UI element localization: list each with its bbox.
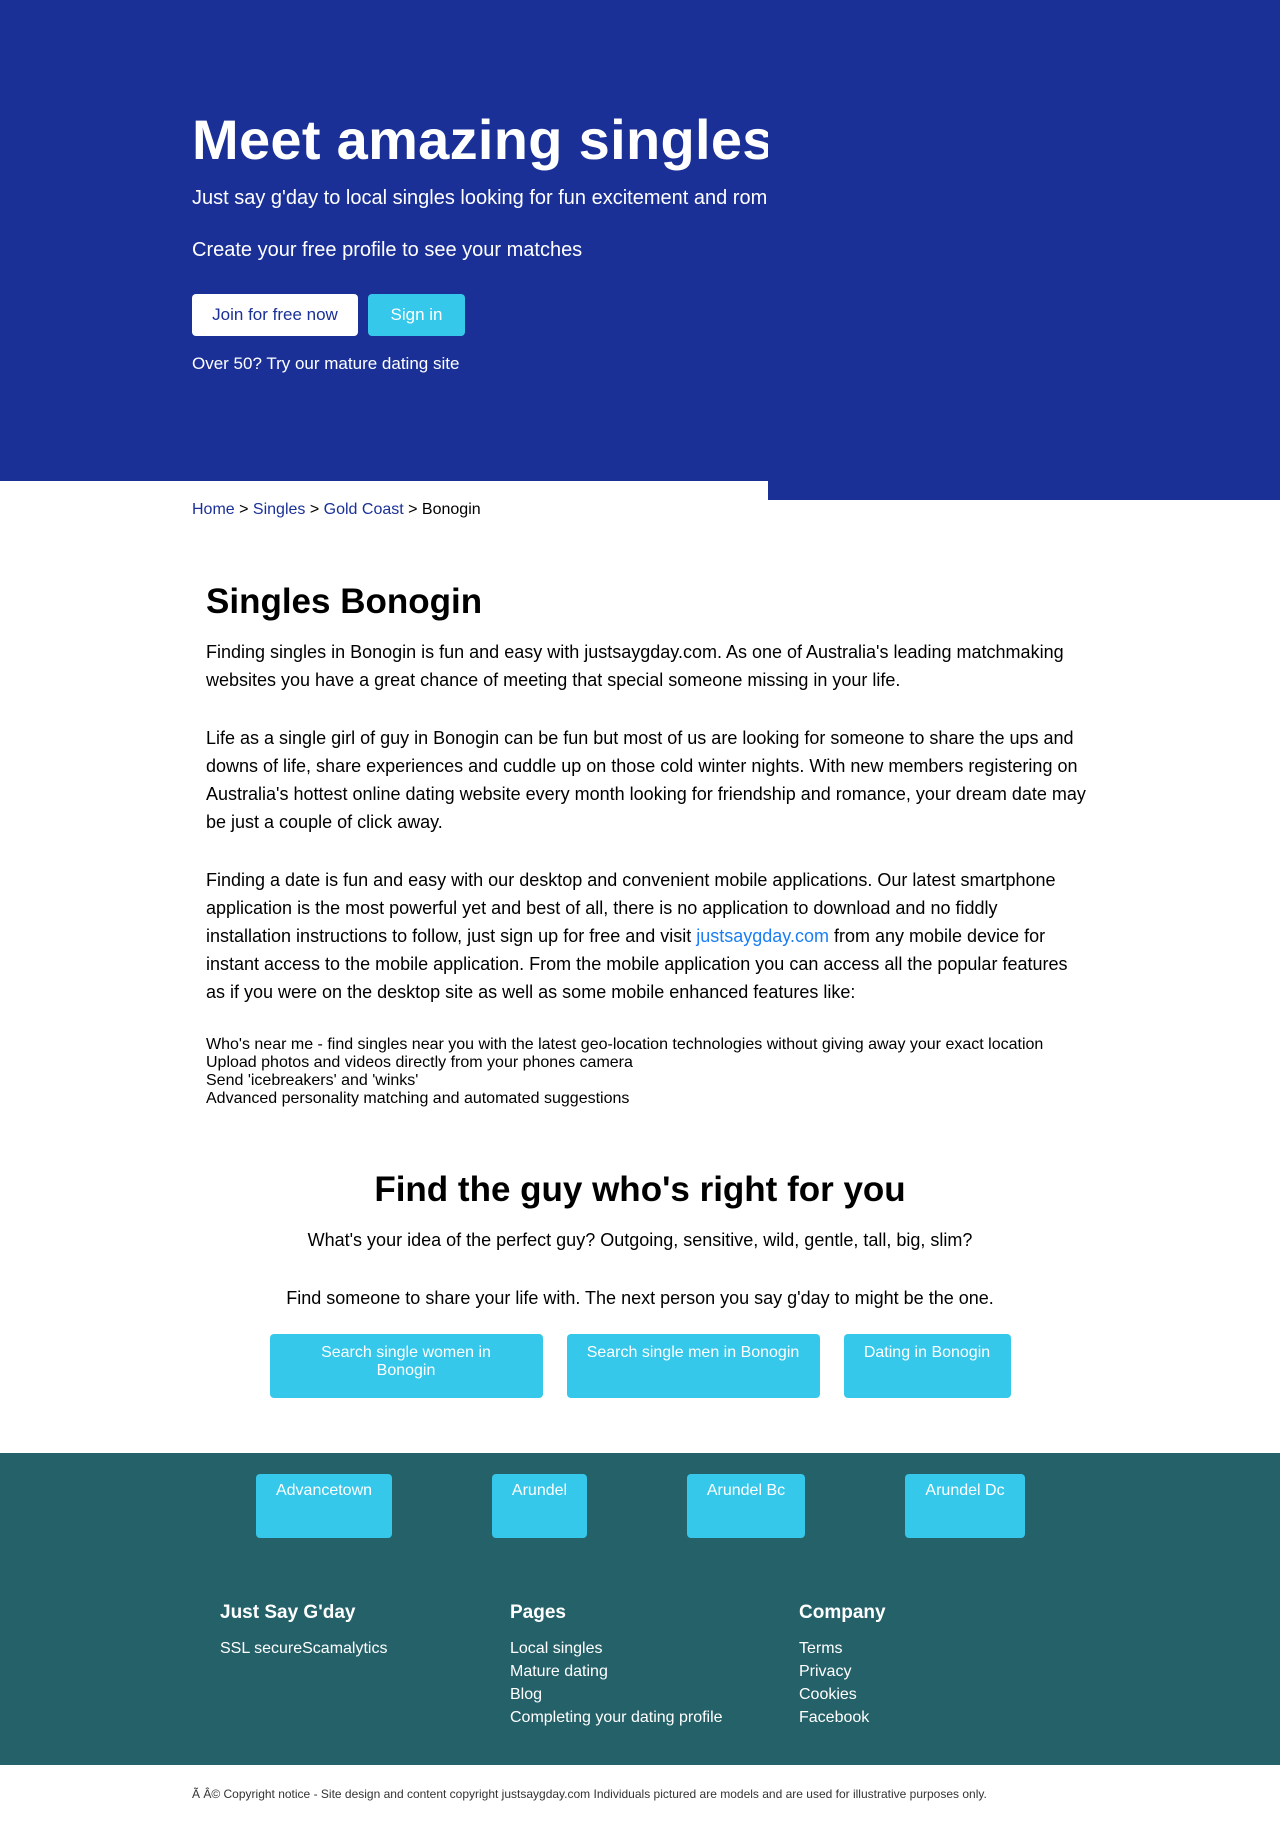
copyright-notice: Ã Â© Copyright notice - Site design and …	[192, 1787, 987, 1801]
life-paragraph: Life as a single girl of guy in Bonogin …	[206, 728, 1086, 832]
footer-company-title: Company	[799, 1602, 886, 1623]
site-link[interactable]: justsaygday.com	[696, 926, 829, 946]
find-guy-title: Find the guy who's right for you	[374, 1170, 906, 1209]
breadcrumb-region[interactable]: Gold Coast	[324, 501, 404, 518]
suburb-link[interactable]: Advancetown	[256, 1474, 392, 1538]
footer-company-links: Terms Privacy Cookies Facebook	[799, 1637, 1089, 1729]
suburb-links: Advancetown Arundel Arundel Bc Arundel D…	[0, 1474, 1280, 1538]
footer-security-badges: SSL secureScamalytics	[220, 1637, 510, 1660]
main-content: Singles Bonogin Finding singles in Bonog…	[206, 580, 1086, 1108]
hero-cta-text: Create your free profile to see your mat…	[192, 239, 583, 261]
search-women-button[interactable]: Search single women in Bonogin	[269, 1334, 543, 1398]
breadcrumb-home[interactable]: Home	[192, 501, 235, 518]
search-buttons: Search single women in Bonogin Search si…	[0, 1334, 1280, 1398]
footer-pages-column: Pages Local singles Mature dating Blog C…	[510, 1601, 800, 1729]
footer-pages-links: Local singles Mature dating Blog Complet…	[510, 1637, 800, 1729]
feature-item: Send 'icebreakers' and 'winks'	[206, 1072, 419, 1089]
footer-company-column: Company Terms Privacy Cookies Facebook	[799, 1601, 1089, 1729]
footer-link-terms[interactable]: Terms	[799, 1637, 1089, 1660]
hero-buttons: Join for free now Sign in	[192, 294, 768, 336]
feature-item: Upload photos and videos directly from y…	[206, 1054, 633, 1071]
footer: Advancetown Arundel Arundel Bc Arundel D…	[0, 1453, 1280, 1765]
hero-banner: Meet amazing singles today Just say g'da…	[0, 0, 1280, 500]
hero-divider	[0, 481, 768, 500]
hero-subtitle: Just say g'day to local singles looking …	[192, 187, 768, 209]
feature-item: Advanced personality matching and automa…	[206, 1090, 630, 1107]
intro-paragraph: Finding singles in Bonogin is fun and ea…	[206, 642, 1064, 690]
security-badges-text[interactable]: SSL secureScamalytics	[220, 1637, 510, 1660]
hero-title: Meet amazing singles today	[192, 108, 768, 171]
search-men-button[interactable]: Search single men in Bonogin	[566, 1334, 820, 1398]
suburb-link[interactable]: Arundel Dc	[905, 1474, 1025, 1538]
footer-pages-title: Pages	[510, 1602, 566, 1623]
hero-content: Meet amazing singles today Just say g'da…	[192, 108, 768, 408]
footer-link-facebook[interactable]: Facebook	[799, 1706, 1089, 1729]
breadcrumb-separator: >	[234, 501, 253, 518]
footer-link-mature-dating[interactable]: Mature dating	[510, 1660, 800, 1683]
mature-dating-link[interactable]: Over 50? Try our mature dating site	[192, 354, 768, 374]
find-guy-text: Find someone to share your life with. Th…	[286, 1288, 994, 1308]
breadcrumb-separator: >	[305, 501, 324, 518]
feature-list: Who's near me - find singles near you wi…	[206, 1036, 1086, 1108]
signin-button[interactable]: Sign in	[368, 294, 465, 336]
footer-brand-title: Just Say G'day	[220, 1602, 356, 1623]
page-title: Singles Bonogin	[206, 582, 483, 621]
breadcrumb: Home > Singles > Gold Coast > Bonogin	[192, 500, 481, 520]
suburb-link[interactable]: Arundel	[492, 1474, 587, 1538]
find-guy-question: What's your idea of the perfect guy? Out…	[307, 1230, 973, 1250]
dating-button[interactable]: Dating in Bonogin	[843, 1334, 1011, 1398]
footer-link-privacy[interactable]: Privacy	[799, 1660, 1089, 1683]
breadcrumb-singles[interactable]: Singles	[253, 501, 305, 518]
find-guy-section: Find the guy who's right for you What's …	[0, 1168, 1280, 1398]
feature-item: Who's near me - find singles near you wi…	[206, 1036, 1044, 1053]
footer-link-cookies[interactable]: Cookies	[799, 1683, 1089, 1706]
breadcrumb-current: Bonogin	[421, 501, 481, 518]
footer-brand-column: Just Say G'day SSL secureScamalytics	[220, 1601, 510, 1660]
footer-link-dating-profile[interactable]: Completing your dating profile	[510, 1706, 800, 1729]
join-button[interactable]: Join for free now	[192, 294, 358, 336]
footer-link-blog[interactable]: Blog	[510, 1683, 800, 1706]
mobile-paragraph: Finding a date is fun and easy with our …	[206, 866, 1086, 1006]
breadcrumb-separator: >	[403, 501, 422, 518]
suburb-link[interactable]: Arundel Bc	[687, 1474, 805, 1538]
footer-link-local-singles[interactable]: Local singles	[510, 1637, 800, 1660]
